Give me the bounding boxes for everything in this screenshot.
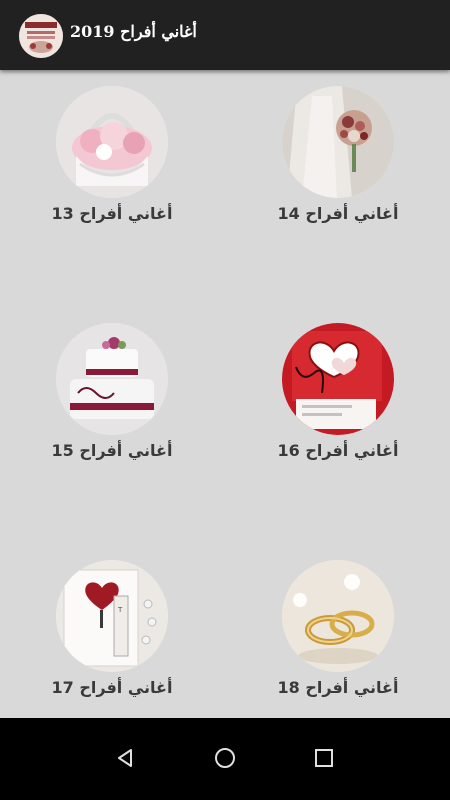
bridal-bouquet-image	[282, 86, 394, 198]
tile-songs-14[interactable]: أغاني أفراح 14	[258, 72, 418, 223]
songs-grid: أغاني أفراح 13 أغاني أفراح 14 أغاني أفرا…	[0, 70, 450, 718]
tile-label: أغاني أفراح 16	[277, 441, 399, 460]
tile-label: أغاني أفراح 15	[51, 441, 173, 460]
heart-card-image	[282, 323, 394, 435]
tile-songs-18[interactable]: أغاني أفراح 18	[258, 546, 418, 697]
tile-songs-16[interactable]: أغاني أفراح 16	[258, 309, 418, 460]
app-bar: أغاني أفراح 2019	[0, 0, 450, 70]
home-button[interactable]	[201, 734, 249, 782]
wedding-rings-image	[282, 560, 394, 672]
tile-label: أغاني أفراح 18	[277, 678, 399, 697]
app-logo-icon	[19, 14, 63, 58]
home-icon	[215, 748, 235, 768]
tile-label: أغاني أفراح 14	[277, 204, 399, 223]
svg-text:T: T	[117, 606, 123, 614]
app-title: أغاني أفراح 2019	[70, 22, 197, 41]
navigation-bar	[0, 718, 450, 800]
flower-basket-image	[56, 86, 168, 198]
wedding-cake-image	[56, 323, 168, 435]
tile-label: أغاني أفراح 17	[51, 678, 173, 697]
back-icon	[118, 749, 132, 767]
invitation-card-image: T	[56, 560, 168, 672]
recents-icon	[315, 749, 333, 767]
tile-songs-13[interactable]: أغاني أفراح 13	[32, 72, 192, 223]
back-button[interactable]	[101, 734, 149, 782]
tile-label: أغاني أفراح 13	[51, 204, 173, 223]
tile-songs-17[interactable]: T أغاني أفراح 17	[32, 546, 192, 697]
tile-songs-15[interactable]: أغاني أفراح 15	[32, 309, 192, 460]
recents-button[interactable]	[300, 734, 348, 782]
